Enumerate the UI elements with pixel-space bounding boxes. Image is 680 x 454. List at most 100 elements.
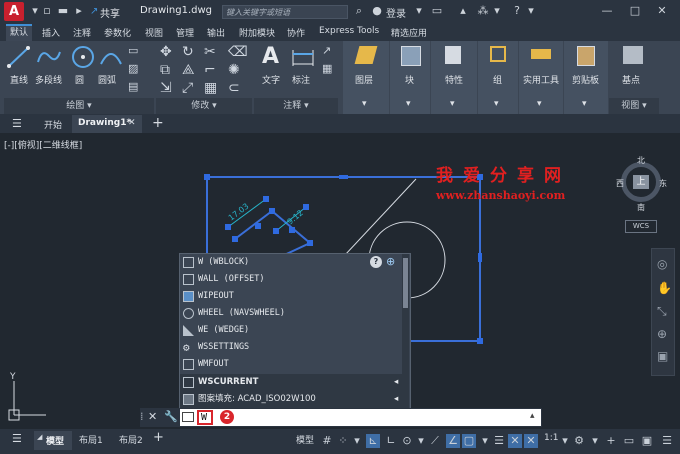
osnap-chevron-icon[interactable]: ▾: [478, 434, 492, 448]
zoom-extents-icon[interactable]: ⤡: [657, 304, 667, 319]
erase-icon[interactable]: ⌫: [228, 44, 248, 60]
scale-chevron-icon[interactable]: ▾: [558, 434, 572, 448]
ortho-icon[interactable]: ∟: [384, 434, 398, 448]
search-icon[interactable]: ⌕: [352, 4, 366, 18]
share-icon[interactable]: ↗: [90, 6, 98, 17]
trim-icon[interactable]: ✂: [204, 44, 216, 60]
copy-icon[interactable]: ⧉: [160, 62, 170, 78]
login-button[interactable]: 登录: [386, 5, 406, 20]
tab-drawing1[interactable]: Drawing1* ✕: [72, 115, 142, 133]
autocomplete-group-hatch[interactable]: 图案填充: ACAD_ISO02W100 ◂: [180, 391, 402, 408]
workspace-chevron-icon[interactable]: ▾: [588, 434, 602, 448]
customize-wrench-icon[interactable]: 🔧: [164, 410, 178, 423]
tab-addins[interactable]: 附加模块: [239, 26, 275, 39]
compass-east[interactable]: 东: [659, 178, 667, 189]
clipboard-panel[interactable]: 剪贴板 ▾: [564, 41, 608, 114]
block-panel[interactable]: 块 ▾: [390, 41, 430, 114]
offset-icon[interactable]: ⊂: [228, 80, 240, 96]
add-layout-icon[interactable]: +: [153, 430, 164, 445]
clean-screen-icon[interactable]: ▣: [640, 434, 654, 448]
tab-layout1[interactable]: 布局1: [79, 433, 103, 446]
explode-icon[interactable]: ✺: [228, 62, 240, 78]
compass-south[interactable]: 南: [637, 202, 645, 213]
minimize-icon[interactable]: —: [600, 4, 614, 18]
internet-search-icon[interactable]: ⊕: [386, 255, 395, 268]
annotation-panel-title[interactable]: 注释 ▾: [254, 98, 338, 114]
connect-chevron-icon[interactable]: ▾: [490, 4, 504, 18]
object-snap-icon[interactable]: ▢: [462, 434, 476, 448]
model-space-button[interactable]: 模型: [296, 433, 314, 446]
lineweight-icon[interactable]: ☰: [492, 434, 506, 448]
autocad-logo[interactable]: A: [4, 2, 24, 21]
arc-button[interactable]: 圆弧: [98, 73, 116, 86]
help-icon[interactable]: ?: [510, 4, 524, 18]
showmotion-icon[interactable]: ▣: [657, 349, 668, 363]
object-snap-tracking-icon[interactable]: ∠: [446, 434, 460, 448]
autocomplete-group-wscurrent[interactable]: WSCURRENT ◂: [180, 374, 402, 391]
base-panel[interactable]: 基点: [609, 41, 657, 98]
menu-icon[interactable]: ☰: [12, 117, 22, 130]
wcs-menu[interactable]: WCS: [625, 220, 657, 233]
tab-default[interactable]: 默认: [6, 24, 33, 41]
tab-layout2[interactable]: 布局2: [119, 433, 143, 446]
properties-panel[interactable]: 特性 ▾: [431, 41, 477, 114]
autocomplete-item-wedge[interactable]: WE (WEDGE): [180, 322, 402, 339]
view-panel-title[interactable]: 视图 ▾: [609, 98, 659, 114]
rotate-icon[interactable]: ↻: [182, 44, 194, 60]
grid-icon[interactable]: #: [320, 434, 334, 448]
customization-menu-icon[interactable]: ☰: [660, 434, 674, 448]
dynamic-input-icon[interactable]: ⊾: [366, 434, 380, 448]
steering-wheel-icon[interactable]: ◎: [657, 257, 667, 271]
snap-mode-icon[interactable]: ⁘: [336, 434, 350, 448]
viewcube-top-face[interactable]: 上: [633, 175, 649, 189]
line-icon[interactable]: [6, 44, 32, 70]
line-button[interactable]: 直线: [10, 73, 28, 86]
tab-start[interactable]: 开始: [44, 118, 62, 131]
command-input-field[interactable]: W 2 ▴: [180, 409, 541, 426]
polar-tracking-icon[interactable]: ⊙: [400, 434, 414, 448]
tab-model[interactable]: ◢ 模型: [34, 431, 72, 450]
login-chevron-icon[interactable]: ▾: [412, 4, 426, 18]
share-button[interactable]: 共享: [100, 5, 120, 20]
tab-annotate[interactable]: 注释: [73, 26, 91, 39]
polar-chevron-icon[interactable]: ▾: [414, 434, 428, 448]
annotation-visibility-icon[interactable]: ✕: [508, 434, 522, 448]
text-button[interactable]: 文字: [262, 73, 280, 86]
connect-icon[interactable]: ⁂: [476, 4, 490, 18]
draw-panel-title[interactable]: 绘图 ▾: [4, 98, 154, 114]
tab-view[interactable]: 视图: [145, 26, 163, 39]
viewcube[interactable]: 上 北 南 西 东: [616, 156, 667, 212]
modify-panel-title[interactable]: 修改 ▾: [156, 98, 252, 114]
isolate-objects-icon[interactable]: ▭: [622, 434, 636, 448]
boundary-icon[interactable]: ▤: [128, 80, 138, 93]
open-folder-icon[interactable]: ▬: [56, 4, 70, 18]
autocomplete-item-wheel[interactable]: WHEEL (NAVSWHEEL): [180, 305, 402, 322]
dimension-icon[interactable]: [290, 44, 316, 70]
cart-icon[interactable]: ▭: [430, 4, 444, 18]
new-tab-icon[interactable]: +: [152, 115, 164, 131]
autocomplete-scrollbar[interactable]: [402, 254, 409, 408]
scale-icon[interactable]: ⤢: [182, 80, 193, 96]
command-close-icon[interactable]: ✕: [148, 410, 157, 423]
help-icon[interactable]: ?: [370, 256, 382, 268]
layout-menu-icon[interactable]: ☰: [12, 432, 22, 445]
circle-icon[interactable]: [70, 44, 96, 70]
user-icon[interactable]: ●: [370, 4, 384, 18]
fillet-icon[interactable]: ⌐: [204, 62, 216, 78]
tab-close-icon[interactable]: ✕: [128, 118, 136, 128]
text-icon[interactable]: A: [262, 44, 279, 69]
annotation-scale[interactable]: 1:1: [544, 433, 558, 443]
polyline-icon[interactable]: [36, 44, 62, 70]
tab-insert[interactable]: 插入: [42, 26, 60, 39]
leader-icon[interactable]: ↗: [322, 44, 331, 57]
tab-featured-apps[interactable]: 精选应用: [391, 26, 427, 39]
tab-collaborate[interactable]: 协作: [287, 26, 305, 39]
autocomplete-item-wssettings[interactable]: ⚙ WSSETTINGS: [180, 339, 402, 356]
arc-icon[interactable]: [98, 44, 124, 70]
rectangle-icon[interactable]: ▭: [128, 44, 138, 57]
polyline-button[interactable]: 多段线: [35, 73, 62, 86]
mirror-icon[interactable]: ⟁: [182, 62, 195, 78]
tab-express-tools[interactable]: Express Tools: [319, 26, 379, 36]
utilities-panel[interactable]: 实用工具 ▾: [519, 41, 563, 114]
circle-button[interactable]: 圆: [75, 73, 84, 86]
